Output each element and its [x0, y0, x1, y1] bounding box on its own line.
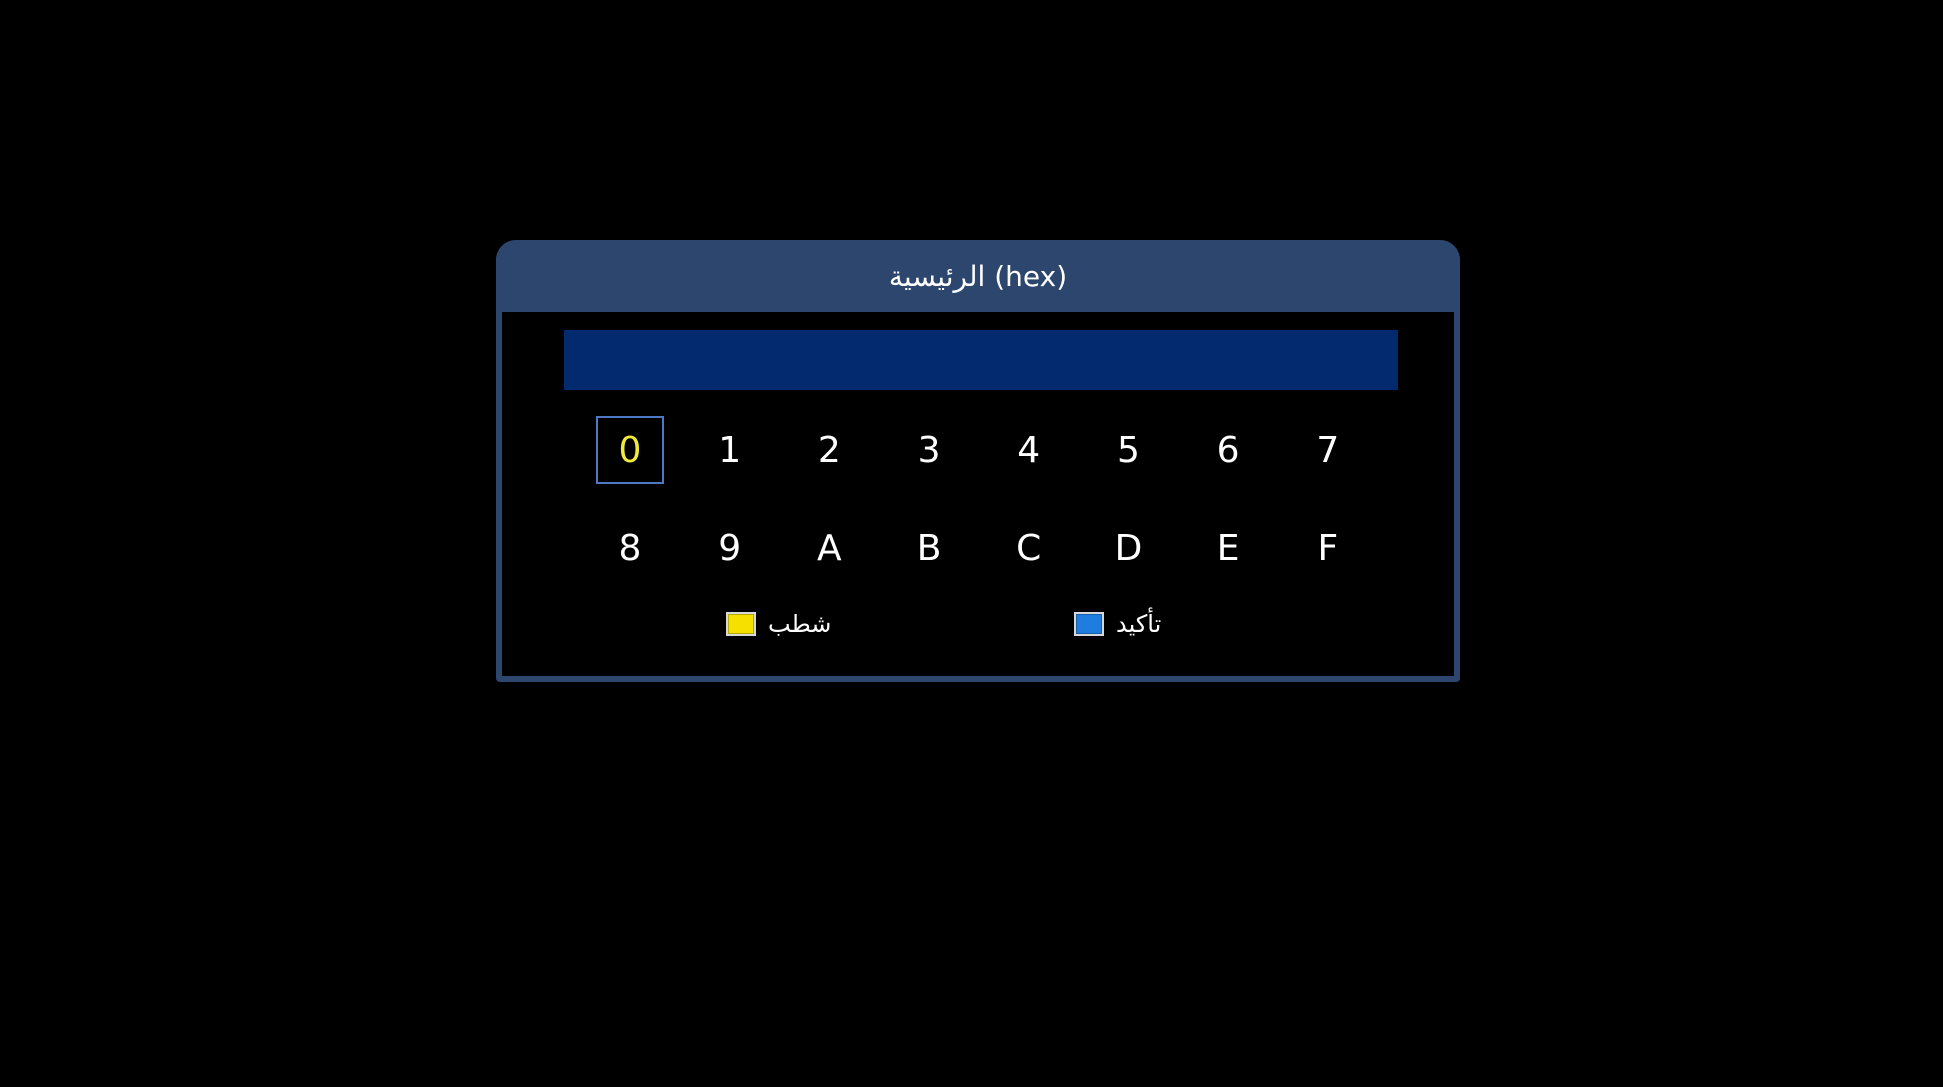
blue-key-icon: [1074, 612, 1104, 636]
key-8[interactable]: 8: [596, 514, 664, 582]
hex-input-field[interactable]: [564, 330, 1398, 390]
hex-keypad: 0 1 2 3 4 5 6 7 8 9 A B C D E F: [596, 416, 1392, 582]
tv-screen: الرئيسية (hex) 0 1 2 3 4 5 6 7 8 9 A B C…: [0, 0, 1943, 1087]
key-1[interactable]: 1: [696, 416, 764, 484]
yellow-key-icon: [726, 612, 756, 636]
key-6[interactable]: 6: [1194, 416, 1262, 484]
key-5[interactable]: 5: [1094, 416, 1162, 484]
delete-label: شطب: [768, 610, 832, 638]
dialog-header: الرئيسية (hex): [496, 240, 1460, 312]
delete-legend[interactable]: شطب: [726, 607, 831, 641]
key-e[interactable]: E: [1194, 514, 1262, 582]
key-4[interactable]: 4: [995, 416, 1063, 484]
hex-input-dialog: الرئيسية (hex) 0 1 2 3 4 5 6 7 8 9 A B C…: [496, 240, 1460, 682]
key-f[interactable]: F: [1294, 514, 1362, 582]
key-0[interactable]: 0: [596, 416, 664, 484]
key-3[interactable]: 3: [895, 416, 963, 484]
key-7[interactable]: 7: [1294, 416, 1362, 484]
key-d[interactable]: D: [1094, 514, 1162, 582]
key-9[interactable]: 9: [696, 514, 764, 582]
confirm-legend[interactable]: تأكيد: [1074, 607, 1161, 641]
dialog-title: الرئيسية (hex): [888, 259, 1068, 293]
confirm-label: تأكيد: [1116, 610, 1162, 638]
key-b[interactable]: B: [895, 514, 963, 582]
key-a[interactable]: A: [795, 514, 863, 582]
key-2[interactable]: 2: [795, 416, 863, 484]
key-c[interactable]: C: [995, 514, 1063, 582]
